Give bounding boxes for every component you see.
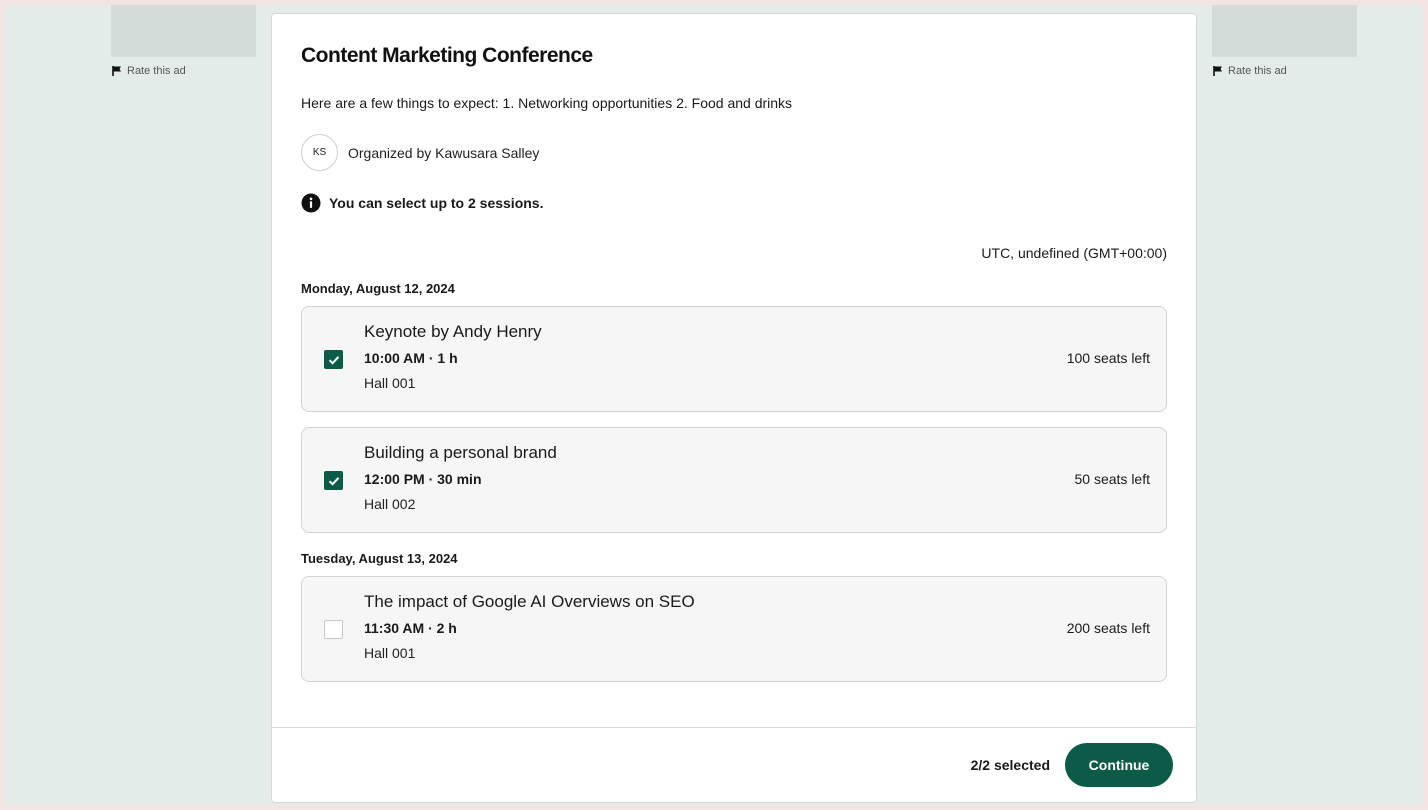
session-name: Keynote by Andy Henry — [364, 322, 542, 341]
modal-body: Content Marketing Conference Here are a … — [272, 14, 1196, 682]
timezone-label: UTC, undefined (GMT+00:00) — [981, 245, 1167, 261]
rate-ad-label: Rate this ad — [1228, 65, 1287, 77]
session-checkbox[interactable] — [324, 471, 343, 490]
session-card[interactable]: The impact of Google AI Overviews on SEO… — [301, 576, 1167, 682]
session-info: Keynote by Andy Henry 10:00 AM · 1 h Hal… — [364, 322, 542, 391]
organizer-row: KS Organized by Kawusara Salley — [301, 134, 1167, 171]
rate-ad-link[interactable]: Rate this ad — [1212, 65, 1357, 77]
selected-count: 2/2 selected — [970, 757, 1050, 773]
seats-left: 100 seats left — [1066, 350, 1150, 366]
session-card[interactable]: Building a personal brand 12:00 PM · 30 … — [301, 427, 1167, 533]
left-ad-slot: Rate this ad — [111, 5, 256, 77]
ad-placeholder[interactable] — [1212, 5, 1357, 57]
rate-ad-label: Rate this ad — [127, 65, 186, 77]
session-selection-modal: Content Marketing Conference Here are a … — [271, 13, 1197, 803]
session-checkbox[interactable] — [324, 620, 343, 639]
session-time: 12:00 PM · 30 min — [364, 471, 482, 487]
notice-text: You can select up to 2 sessions. — [329, 195, 544, 211]
seats-left: 50 seats left — [1074, 471, 1151, 487]
day-heading: Monday, August 12, 2024 — [301, 281, 455, 296]
flag-icon — [1213, 66, 1222, 76]
session-card[interactable]: Keynote by Andy Henry 10:00 AM · 1 h Hal… — [301, 306, 1167, 412]
checkmark-icon — [328, 476, 339, 486]
session-info: The impact of Google AI Overviews on SEO… — [364, 592, 695, 661]
session-hall: Hall 001 — [364, 645, 416, 661]
session-time: 11:30 AM · 2 h — [364, 620, 457, 636]
session-hall: Hall 001 — [364, 375, 416, 391]
session-name: Building a personal brand — [364, 443, 557, 462]
session-checkbox[interactable] — [324, 350, 343, 369]
day-heading: Tuesday, August 13, 2024 — [301, 551, 458, 566]
seats-left: 200 seats left — [1066, 620, 1150, 636]
selection-notice: You can select up to 2 sessions. — [301, 193, 1167, 213]
session-hall: Hall 002 — [364, 496, 416, 512]
organizer-avatar: KS — [301, 134, 338, 171]
flag-icon — [112, 66, 121, 76]
ad-placeholder[interactable] — [111, 5, 256, 57]
event-description: Here are a few things to expect: 1. Netw… — [301, 95, 793, 111]
session-time: 10:00 AM · 1 h — [364, 350, 458, 366]
event-title: Content Marketing Conference — [301, 44, 593, 67]
organizer-text: Organized by Kawusara Salley — [348, 144, 540, 161]
session-info: Building a personal brand 12:00 PM · 30 … — [364, 443, 557, 512]
right-ad-slot: Rate this ad — [1212, 5, 1357, 77]
info-icon — [301, 193, 321, 213]
session-name: The impact of Google AI Overviews on SEO — [364, 592, 695, 611]
modal-footer: 2/2 selected Continue — [272, 727, 1196, 802]
rate-ad-link[interactable]: Rate this ad — [111, 65, 256, 77]
checkmark-icon — [328, 355, 339, 365]
continue-button[interactable]: Continue — [1065, 743, 1173, 787]
